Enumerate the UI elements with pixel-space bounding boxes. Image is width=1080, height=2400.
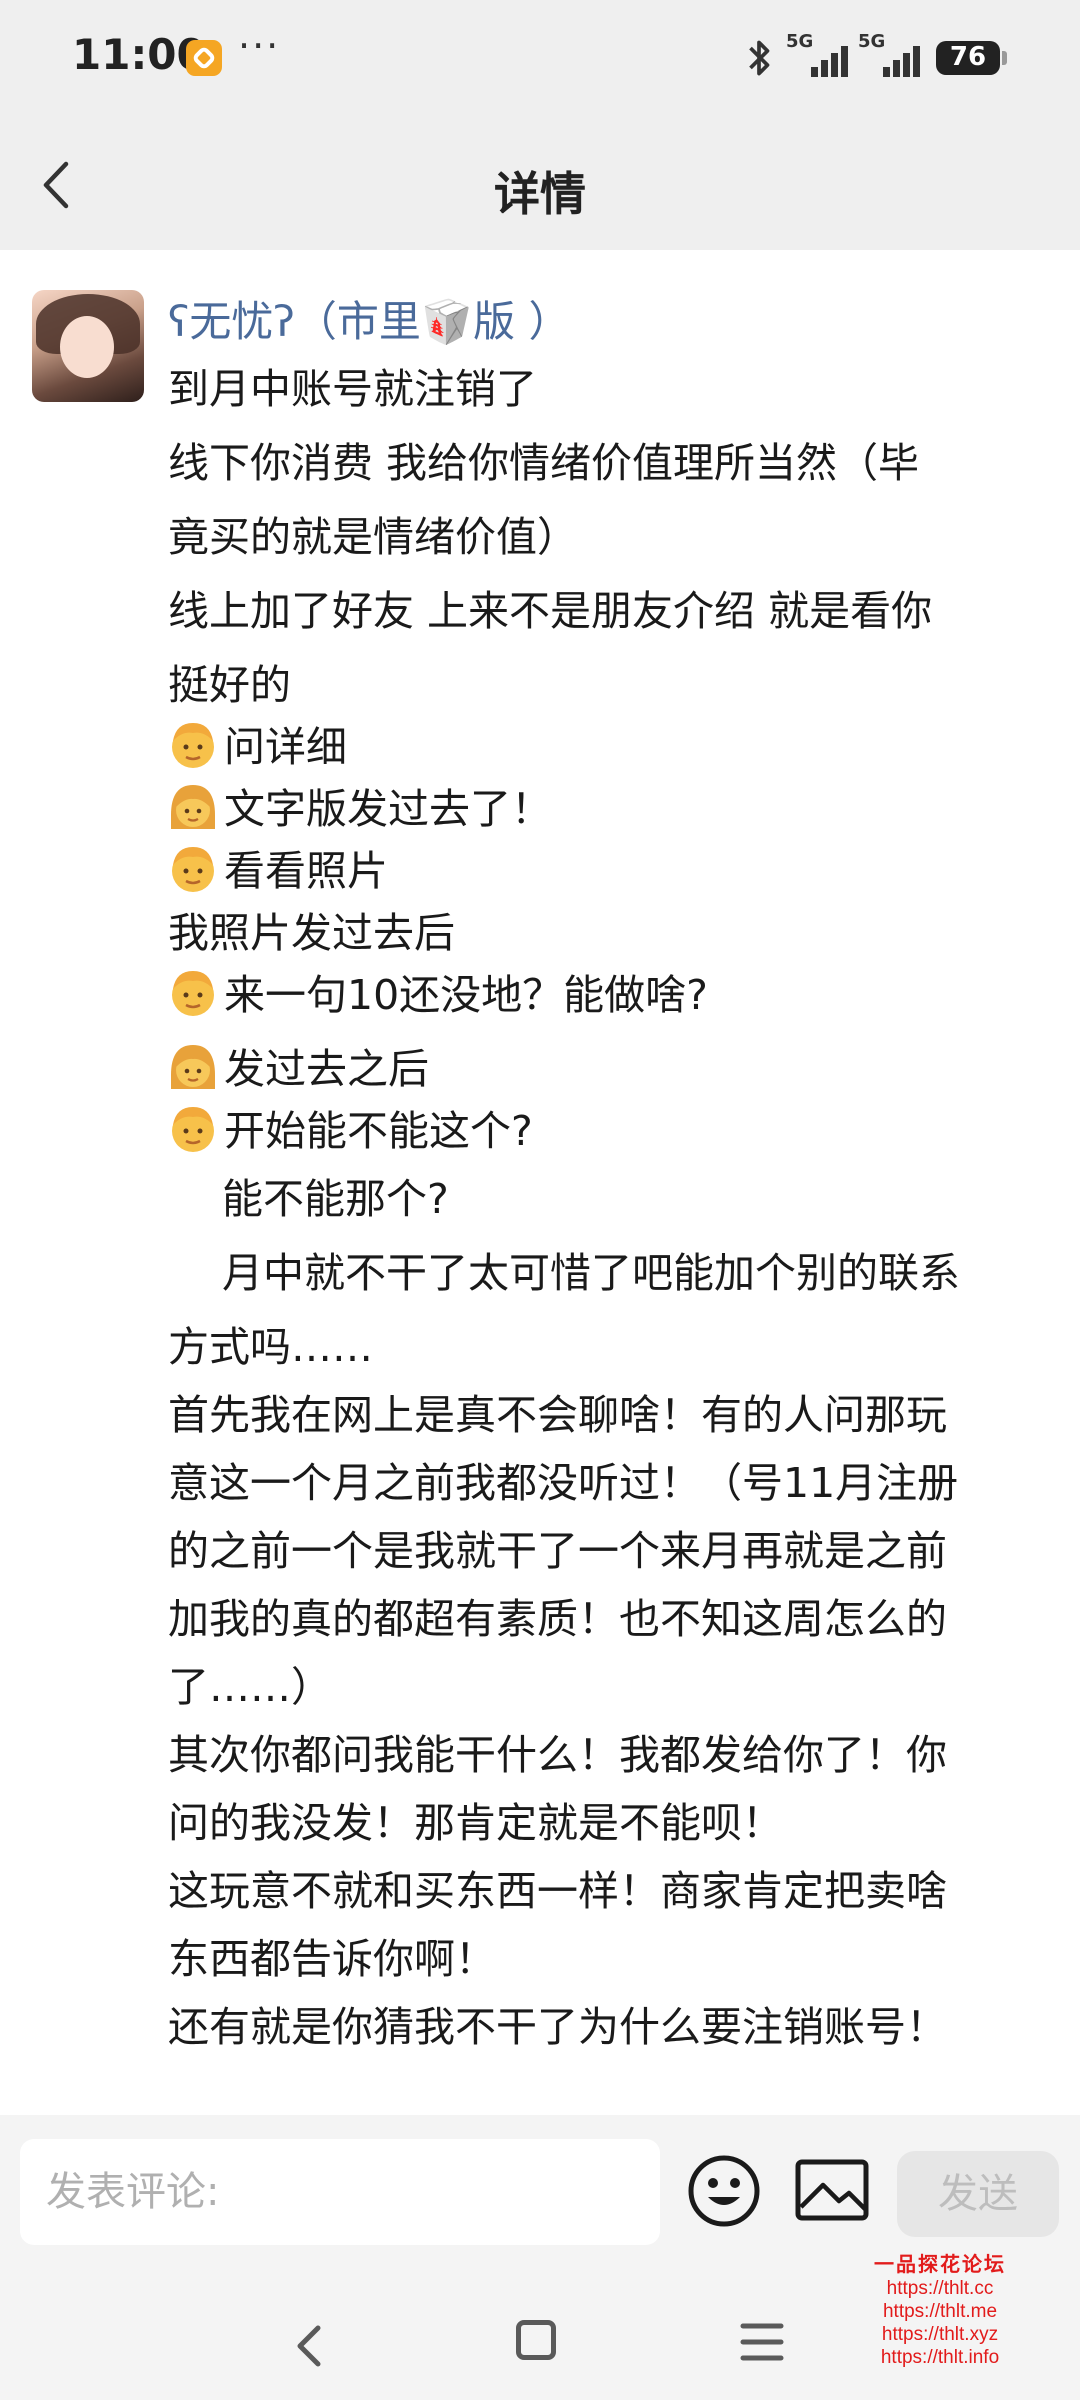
post-line: 加我的真的都超有素质！也不知这周怎么的 bbox=[168, 1595, 947, 1643]
post-line: 了……） bbox=[168, 1663, 332, 1711]
post-body: 到月中账号就注销了 线下你消费 我给你情绪价值理所当然（毕 竟买的就是情绪价值）… bbox=[168, 358, 1048, 2058]
app-notification-icon bbox=[186, 40, 222, 76]
post-line: 方式吗…… bbox=[168, 1323, 373, 1371]
watermark: 一品探花论坛 https://thlt.cc https://thlt.me h… bbox=[855, 2248, 1025, 2369]
status-indicators: 5G 5G 76 bbox=[742, 30, 1007, 86]
post-line: 月中就不干了太可惜了吧能加个别的联系 bbox=[222, 1249, 960, 1297]
post-line: 这玩意不就和买东西一样！商家肯定把卖啥 bbox=[168, 1867, 947, 1915]
title-bar: 详情 bbox=[0, 120, 1080, 250]
comment-box bbox=[20, 2139, 660, 2245]
post-line: 发过去之后 bbox=[168, 1038, 1048, 1100]
post-line: 线下你消费 我给你情绪价值理所当然（毕 bbox=[168, 439, 920, 487]
avatar[interactable] bbox=[32, 290, 144, 402]
man-emoji-icon bbox=[172, 723, 214, 768]
watermark-url: https://thlt.info bbox=[880, 2347, 1000, 2368]
send-button[interactable]: 发送 bbox=[897, 2151, 1059, 2237]
bluetooth-icon bbox=[749, 40, 770, 76]
man-emoji-icon bbox=[172, 1107, 214, 1152]
watermark-url: https://thlt.me bbox=[882, 2301, 998, 2322]
watermark-url: https://thlt.xyz bbox=[881, 2324, 999, 2345]
post-line: 意这一个月之前我都没听过！（号11月注册 bbox=[168, 1459, 959, 1507]
signal-sim1-icon: 5G bbox=[786, 31, 848, 81]
post-line: 竟买的就是情绪价值） bbox=[168, 513, 578, 561]
post-line: 文字版发过去了！ bbox=[168, 778, 1048, 840]
post-line: 能不能那个? bbox=[222, 1175, 449, 1223]
smiley-icon[interactable] bbox=[686, 2153, 762, 2229]
status-bar: 11:00 ··· 5G 5G 76 bbox=[0, 0, 1080, 120]
network-type-label: 5G bbox=[786, 31, 814, 52]
post-line: 挺好的 bbox=[168, 661, 291, 709]
more-notifications-icon: ··· bbox=[238, 24, 281, 68]
watermark-url: https://thlt.cc bbox=[886, 2278, 994, 2299]
post-line: 的之前一个是我就干了一个来月再就是之前 bbox=[168, 1527, 947, 1575]
man-emoji-icon bbox=[172, 971, 214, 1016]
post-line: 来一句10还没地？能做啥? bbox=[168, 964, 1048, 1026]
post-line: 看看照片 bbox=[168, 840, 1048, 902]
post-line: 还有就是你猜我不干了为什么要注销账号！ bbox=[168, 2003, 947, 2051]
woman-emoji-icon bbox=[171, 785, 215, 829]
post-line: 其次你都问我能干什么！我都发给你了！你 bbox=[168, 1731, 947, 1779]
post-line: 东西都告诉你啊！ bbox=[168, 1935, 496, 1983]
post-line: 首先我在网上是真不会聊啥！有的人问那玩 bbox=[168, 1391, 947, 1439]
signal-sim2-icon: 5G bbox=[858, 31, 920, 81]
nav-home-icon[interactable] bbox=[516, 2320, 556, 2360]
nav-menu-icon[interactable] bbox=[740, 2320, 784, 2364]
username-link[interactable]: ʕ无忧ʔ（市里🥡版 ） bbox=[168, 288, 571, 349]
network-type-label: 5G bbox=[858, 31, 886, 52]
page-title: 详情 bbox=[494, 167, 586, 221]
post-line: 开始能不能这个? bbox=[168, 1100, 1048, 1162]
battery-icon: 76 bbox=[936, 41, 1007, 75]
man-emoji-icon bbox=[172, 847, 214, 892]
post-line: 到月中账号就注销了 bbox=[168, 365, 537, 413]
battery-level: 76 bbox=[949, 42, 987, 72]
woman-emoji-icon bbox=[171, 1045, 215, 1089]
image-icon[interactable] bbox=[795, 2159, 869, 2221]
post-line: 问详细 bbox=[168, 716, 1048, 778]
post-line: 问的我没发！那肯定就是不能呗！ bbox=[168, 1799, 783, 1847]
nav-back-icon[interactable] bbox=[290, 2322, 330, 2370]
watermark-name: 一品探花论坛 bbox=[874, 2252, 1006, 2276]
comment-input[interactable] bbox=[20, 2139, 646, 2245]
post-line: 线上加了好友 上来不是朋友介绍 就是看你 bbox=[168, 587, 933, 635]
post-line: 我照片发过去后 bbox=[168, 909, 455, 957]
